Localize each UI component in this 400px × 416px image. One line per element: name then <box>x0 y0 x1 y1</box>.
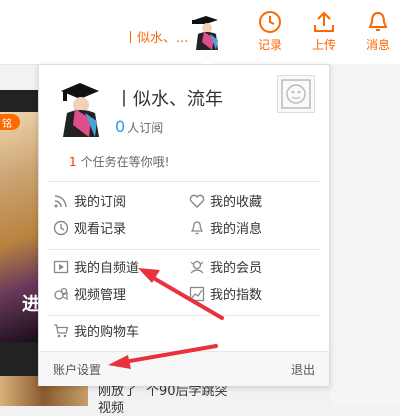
upload-label: 上传 <box>311 38 336 52</box>
menu-item-subscriptions[interactable]: 我的订阅 <box>53 193 126 213</box>
divider <box>47 249 321 250</box>
upload-icon <box>314 11 334 32</box>
task-notice[interactable]: 1 个任务在等你哦! <box>69 153 169 170</box>
chart-icon <box>189 286 205 302</box>
vip-icon <box>190 260 204 274</box>
header-username[interactable]: 丨似水、... <box>124 27 188 46</box>
menu-item-index[interactable]: 我的指数 <box>189 286 262 306</box>
qr-code-icon[interactable] <box>277 75 315 113</box>
panel-footer: 账户设置 退出 <box>39 351 329 386</box>
divider <box>47 315 321 316</box>
bell-icon <box>190 221 204 235</box>
profile-avatar[interactable] <box>57 79 103 139</box>
menu-item-label: 观看记录 <box>74 222 127 237</box>
bell-icon <box>368 11 388 31</box>
avatar[interactable] <box>190 12 222 52</box>
clock-icon <box>53 220 69 236</box>
menu-item-label: 我的收藏 <box>210 195 263 210</box>
rss-icon <box>54 195 67 208</box>
menu-item-label: 我的会员 <box>210 261 263 276</box>
thumbnail-badge-label: 铭 <box>2 119 12 130</box>
play-icon <box>53 260 69 274</box>
dropdown-caret-inner <box>200 58 212 64</box>
menu-item-favorites[interactable]: 我的收藏 <box>189 193 262 213</box>
task-count: 1 <box>69 155 77 169</box>
messages-label: 消息 <box>365 38 390 52</box>
clock-icon <box>259 11 281 33</box>
menu-item-history[interactable]: 观看记录 <box>53 220 126 240</box>
menu-item-label: 我的订阅 <box>74 195 127 210</box>
record-button[interactable]: 记录 <box>252 10 288 53</box>
user-dropdown-panel: 丨似水、流年 0 人订阅 1 个任务在等你哦! 我的订阅 我的收藏 观看记录 我… <box>38 58 330 386</box>
menu-item-label: 我的指数 <box>210 288 263 303</box>
video-manage-icon <box>54 287 68 300</box>
upload-button[interactable]: 上传 <box>306 10 342 53</box>
subscriber-count: 0 人订阅 <box>115 117 163 136</box>
menu-item-messages[interactable]: 我的消息 <box>189 220 262 240</box>
menu-item-my-channel[interactable]: 我的自频道 <box>53 259 139 279</box>
menu-item-membership[interactable]: 我的会员 <box>189 259 262 279</box>
profile-name[interactable]: 丨似水、流年 <box>115 85 223 111</box>
divider <box>47 181 321 182</box>
subscriber-label: 人订阅 <box>127 121 164 135</box>
menu-item-label: 视频管理 <box>74 288 127 303</box>
cart-icon <box>54 324 69 338</box>
top-bar: 丨似水、... 记录 上传 消息 <box>0 0 400 65</box>
subscriber-number: 0 <box>115 117 126 136</box>
menu-item-label: 我的消息 <box>210 222 263 237</box>
logout-link[interactable]: 退出 <box>291 361 315 378</box>
thumbnail-badge: 铭 <box>0 114 20 130</box>
task-text: 个任务在等你哦! <box>80 155 170 169</box>
heart-icon <box>189 194 205 208</box>
page-background-right <box>330 64 400 406</box>
record-label: 记录 <box>257 38 282 52</box>
menu-item-video-manage[interactable]: 视频管理 <box>53 286 126 306</box>
menu-item-cart[interactable]: 我的购物车 <box>53 323 139 343</box>
menu-item-label: 我的购物车 <box>74 325 140 340</box>
menu-item-label: 我的自频道 <box>74 261 140 276</box>
messages-button[interactable]: 消息 <box>360 10 396 53</box>
account-settings-link[interactable]: 账户设置 <box>53 361 101 378</box>
video-title-part[interactable]: 视频 <box>98 397 124 416</box>
